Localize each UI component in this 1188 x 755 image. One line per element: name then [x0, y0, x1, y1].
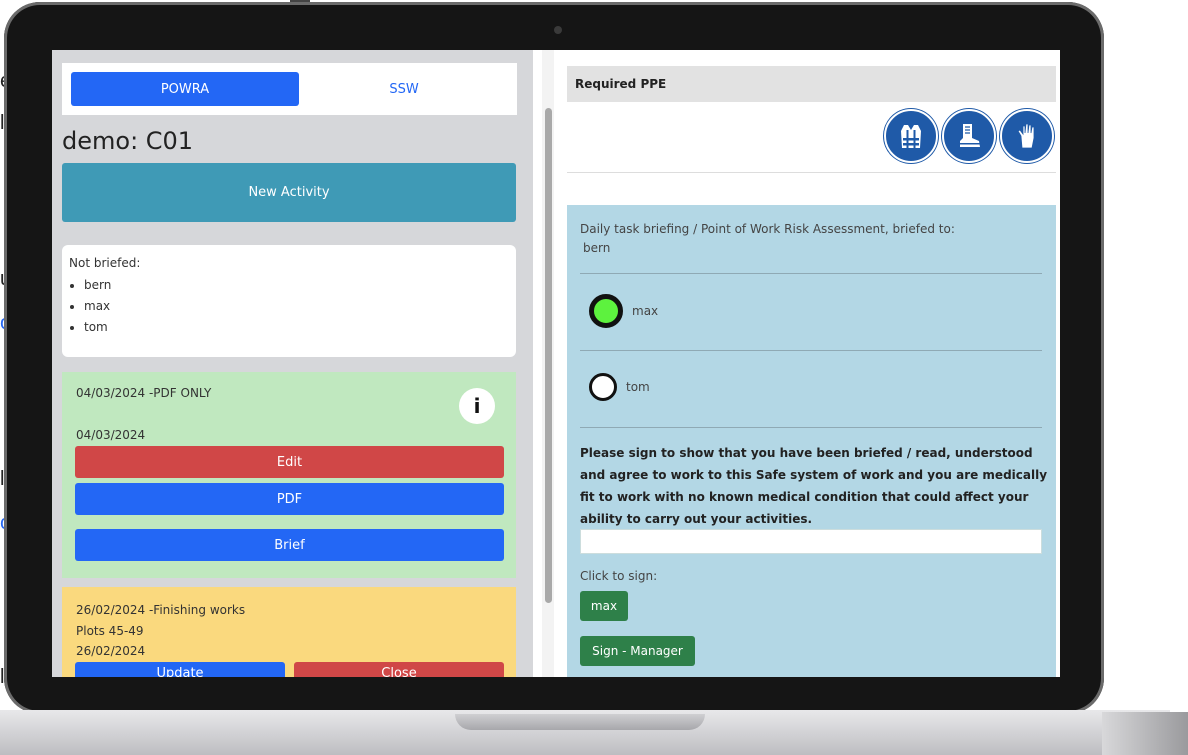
new-activity-button[interactable]: New Activity [62, 163, 516, 222]
divider [580, 350, 1042, 351]
hi-vis-vest-icon [884, 109, 938, 163]
activity-card: 04/03/2024 -PDF ONLY i 04/03/2024 Edit P… [62, 372, 516, 578]
info-icon[interactable]: i [459, 388, 495, 424]
update-button[interactable]: Update [75, 662, 285, 677]
briefing-panel: Daily task briefing / Point of Work Risk… [567, 205, 1056, 677]
declaration-text: Please sign to show that you have been b… [580, 446, 1048, 526]
laptop-base-edge [1102, 712, 1188, 755]
divider [580, 273, 1042, 274]
laptop-screen: POWRA SSW demo: C01 New Activity Not bri… [52, 50, 1060, 677]
sign-manager-button[interactable]: Sign - Manager [580, 636, 695, 666]
attendee-row[interactable]: max [589, 294, 658, 328]
activity-list-pane: POWRA SSW demo: C01 New Activity Not bri… [52, 50, 533, 677]
tab-ssw[interactable]: SSW [299, 72, 509, 106]
tab-bar: POWRA SSW [62, 63, 517, 115]
list-item: tom [84, 317, 111, 338]
divider [580, 427, 1042, 428]
briefing-intro: Daily task briefing / Point of Work Risk… [580, 220, 955, 258]
briefing-pane: Required PPE Daily task briefing / Point… [567, 64, 1056, 677]
scrollbar-thumb[interactable] [545, 108, 552, 603]
activity-title: 26/02/2024 -Finishing works [76, 603, 246, 617]
activity-card: 26/02/2024 -Finishing works Plots 45-49 … [62, 587, 516, 677]
activity-date: 04/03/2024 [76, 428, 146, 442]
not-briefed-title: Not briefed: [69, 256, 141, 270]
pdf-button[interactable]: PDF [75, 483, 504, 515]
ppe-icon-group [884, 109, 1054, 163]
activity-title: 04/03/2024 -PDF ONLY [76, 386, 212, 400]
attendee-name: max [632, 304, 659, 318]
attendee-name: tom [626, 380, 650, 394]
attendee-row[interactable]: tom [589, 373, 650, 401]
click-to-sign-label: Click to sign: [580, 569, 658, 583]
brief-button[interactable]: Brief [75, 529, 504, 561]
safety-gloves-icon [1000, 109, 1054, 163]
safety-boots-icon [942, 109, 996, 163]
list-item: bern [84, 275, 111, 296]
edit-button[interactable]: Edit [75, 446, 504, 478]
laptop-base-notch [455, 714, 705, 730]
not-briefed-card: Not briefed: bern max tom [62, 245, 516, 357]
attendance-radio[interactable] [589, 373, 617, 401]
activity-date: 26/02/2024 [76, 644, 146, 658]
camera-icon [554, 26, 562, 34]
sign-attendee-button[interactable]: max [580, 591, 628, 621]
attendance-radio-checked[interactable] [589, 294, 623, 328]
page-title: demo: C01 [62, 127, 194, 155]
not-briefed-list: bern max tom [62, 275, 111, 338]
tab-powra[interactable]: POWRA [71, 72, 299, 106]
signature-field[interactable] [580, 529, 1042, 554]
divider [567, 172, 1056, 173]
activity-subtitle: Plots 45-49 [76, 624, 144, 638]
ppe-header: Required PPE [567, 66, 1056, 102]
briefing-intro-text: Daily task briefing / Point of Work Risk… [580, 222, 955, 236]
close-button[interactable]: Close [294, 662, 504, 677]
list-item: max [84, 296, 111, 317]
briefed-to-name: bern [583, 241, 611, 255]
